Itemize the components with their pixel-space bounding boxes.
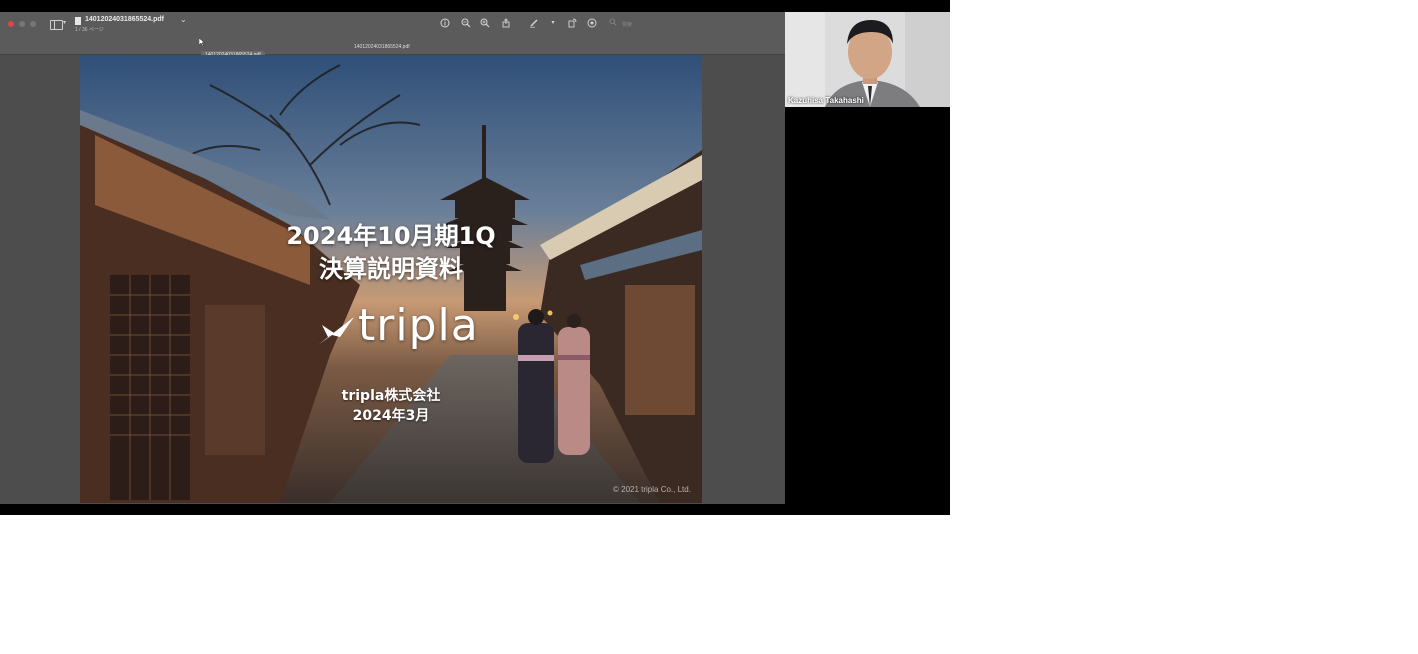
- slide-title-line2: 決算説明資料: [319, 255, 463, 283]
- document-title[interactable]: 14012024031865524.pdf: [85, 16, 164, 23]
- screen-share-window: ▾ 14012024031865524.pdf ⌄ 1 / 36 ページ ▾ 検…: [0, 12, 785, 504]
- tripla-bird-logo-icon: [318, 317, 354, 345]
- page-count: 1 / 36 ページ: [75, 27, 104, 33]
- share-icon[interactable]: [501, 18, 511, 28]
- close-window-button[interactable]: [8, 21, 14, 27]
- markup-pen-icon[interactable]: [529, 18, 539, 28]
- chevron-down-icon[interactable]: ▾: [63, 19, 66, 26]
- document-icon: [75, 17, 81, 25]
- mouse-cursor-icon: [199, 38, 205, 46]
- search-input[interactable]: 検索: [622, 21, 632, 28]
- presentation-date: 2024年3月: [352, 408, 430, 424]
- presentation-slide: 2024年10月期1Q 決算説明資料 tripla tripla株式会社 202…: [80, 55, 702, 503]
- video-call-stream: ▾ 14012024031865524.pdf ⌄ 1 / 36 ページ ▾ 検…: [0, 0, 950, 515]
- slide-title-line1: 2024年10月期1Q: [286, 222, 496, 250]
- info-icon[interactable]: [440, 18, 450, 28]
- title-chevron-icon[interactable]: ⌄: [180, 15, 187, 24]
- participant-video-tile[interactable]: Kazuhisa Takahashi: [785, 12, 950, 107]
- participant-name: Kazuhisa Takahashi: [788, 96, 864, 105]
- pdf-viewer-toolbar: ▾ 14012024031865524.pdf ⌄ 1 / 36 ページ ▾ 検…: [0, 12, 785, 55]
- zoom-window-button[interactable]: [30, 21, 36, 27]
- minimize-window-button[interactable]: [19, 21, 25, 27]
- tripla-logo-text: tripla: [358, 300, 479, 351]
- sidebar-toggle-icon[interactable]: [50, 20, 63, 30]
- document-tab[interactable]: 14012024031865524.pdf: [354, 44, 410, 50]
- company-name: tripla株式会社: [341, 388, 441, 404]
- markup-dropdown-icon[interactable]: ▾: [548, 18, 558, 28]
- annotate-icon[interactable]: [587, 18, 597, 28]
- zoom-in-icon[interactable]: [480, 18, 490, 28]
- rotate-icon[interactable]: [567, 18, 577, 28]
- search-icon[interactable]: [609, 18, 617, 28]
- copyright-notice: © 2021 tripla Co., Ltd.: [613, 485, 691, 494]
- zoom-out-icon[interactable]: [461, 18, 471, 28]
- participant-avatar: [785, 12, 950, 107]
